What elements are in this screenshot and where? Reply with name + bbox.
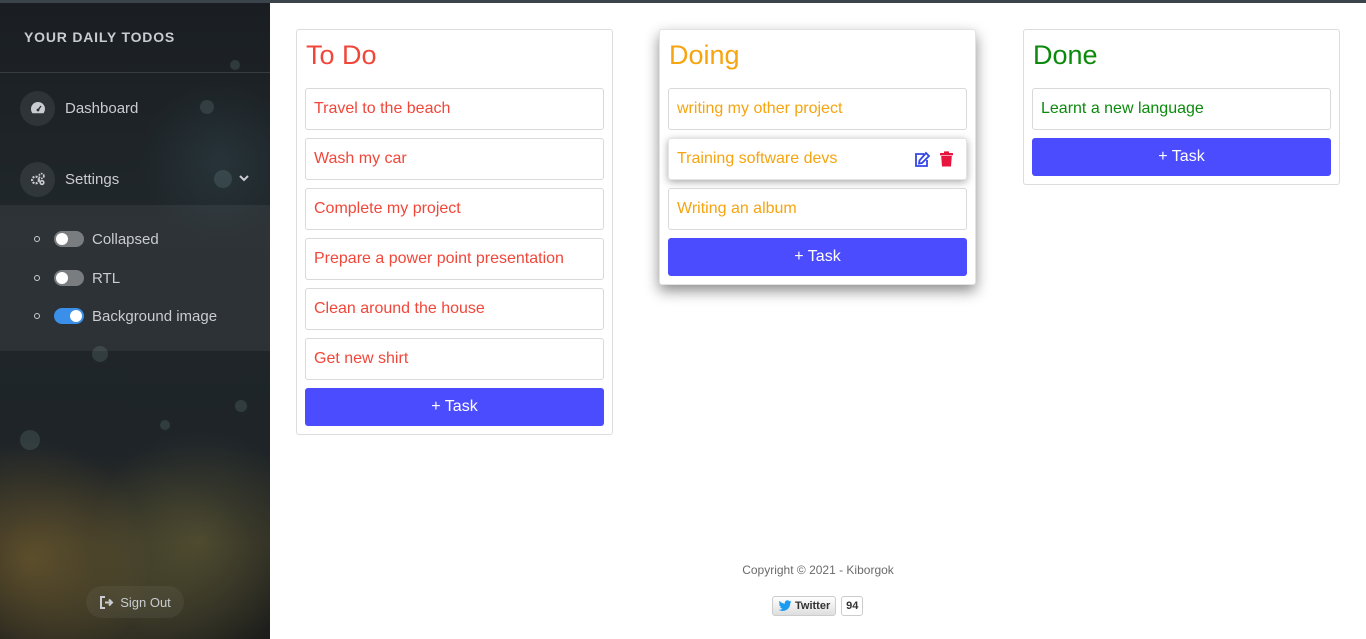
task-text: Complete my project [314, 200, 461, 217]
twitter-count: 94 [841, 596, 864, 616]
bokeh-dot [235, 400, 247, 412]
task-card[interactable]: Complete my project [305, 188, 604, 230]
task-card[interactable]: Travel to the beach [305, 88, 604, 130]
task-card[interactable]: Prepare a power point presentation [305, 238, 604, 280]
task-text: Wash my car [314, 150, 407, 167]
bullet-icon [34, 275, 40, 281]
twitter-widget: Twitter 94 [772, 596, 864, 616]
twitter-follow-button[interactable]: Twitter [772, 596, 837, 616]
task-text: Get new shirt [314, 350, 409, 367]
task-card[interactable]: Get new shirt [305, 338, 604, 380]
setting-label: Collapsed [92, 230, 159, 248]
sidebar-item-label: Settings [65, 170, 120, 188]
add-task-button[interactable]: + Task [1032, 138, 1331, 176]
task-card[interactable]: Learnt a new language [1032, 88, 1331, 130]
task-text: Learnt a new language [1041, 100, 1204, 117]
board-doing: Doing writing my other project Training … [659, 29, 976, 285]
add-task-button[interactable]: + Task [668, 238, 967, 276]
task-card[interactable]: Wash my car [305, 138, 604, 180]
task-card[interactable]: Training software devs [668, 138, 967, 180]
collapsed-toggle[interactable] [54, 231, 84, 247]
settings-submenu: Collapsed RTL Background image [0, 205, 270, 351]
board-title: Doing [669, 40, 740, 70]
twitter-label: Twitter [795, 600, 831, 612]
task-text: writing my other project [677, 100, 843, 117]
brand-title: YOUR DAILY TODOS [24, 29, 176, 45]
bullet-icon [34, 313, 40, 319]
task-text: Travel to the beach [314, 100, 451, 117]
background-image-toggle[interactable] [54, 308, 84, 324]
board-todo: To Do Travel to the beach Wash my car Co… [296, 29, 613, 435]
bullet-icon [34, 236, 40, 242]
setting-label: RTL [92, 269, 121, 287]
sign-out-label: Sign Out [120, 594, 171, 610]
setting-label: Background image [92, 307, 218, 325]
setting-rtl[interactable]: RTL [34, 268, 120, 288]
setting-background-image[interactable]: Background image [34, 306, 217, 326]
bokeh-dot [20, 430, 40, 450]
task-text: Clean around the house [314, 300, 485, 317]
dashboard-icon [20, 90, 55, 126]
twitter-bird-icon [778, 600, 792, 611]
add-task-button[interactable]: + Task [305, 388, 604, 426]
board-title: Done [1033, 40, 1098, 70]
task-text: Training software devs [677, 150, 838, 167]
edit-icon[interactable] [914, 151, 931, 167]
task-card[interactable]: writing my other project [668, 88, 967, 130]
sign-out-button[interactable]: Sign Out [86, 586, 184, 618]
rtl-toggle[interactable] [54, 270, 84, 286]
task-text: Prepare a power point presentation [314, 250, 564, 267]
sidebar: YOUR DAILY TODOS Dashboard Settings Coll… [0, 0, 270, 639]
chevron-down-icon[interactable] [238, 172, 250, 184]
setting-collapsed[interactable]: Collapsed [34, 229, 159, 249]
sidebar-item-settings[interactable]: Settings [20, 161, 260, 197]
board-title: To Do [306, 40, 377, 70]
task-card[interactable]: Clean around the house [305, 288, 604, 330]
top-border [0, 0, 1366, 3]
sidebar-item-dashboard[interactable]: Dashboard [20, 90, 260, 126]
copyright-text: Copyright © 2021 - Kiborgok [742, 563, 894, 577]
divider [0, 72, 270, 73]
bokeh-dot [230, 60, 240, 70]
board-done: Done Learnt a new language + Task [1023, 29, 1340, 185]
sign-out-icon [100, 595, 114, 609]
gears-icon [20, 161, 55, 197]
bokeh-dot [160, 420, 170, 430]
task-card[interactable]: Writing an album [668, 188, 967, 230]
sidebar-item-label: Dashboard [65, 99, 139, 117]
task-text: Writing an album [677, 200, 797, 217]
delete-icon[interactable] [939, 151, 954, 167]
